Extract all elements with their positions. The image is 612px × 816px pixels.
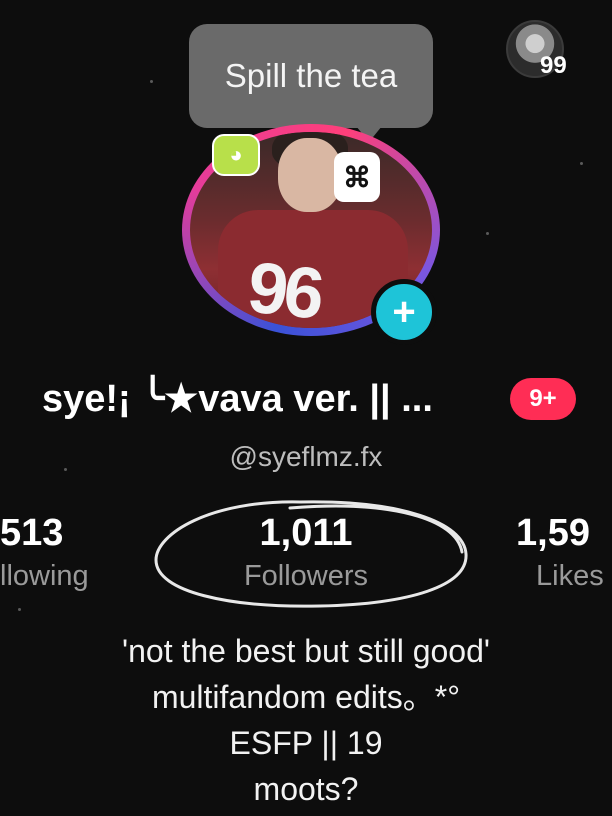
- bio-line: moots?: [253, 771, 359, 807]
- likes-label[interactable]: Likes: [536, 560, 604, 593]
- notification-badge[interactable]: 9+: [510, 378, 576, 420]
- capcut-logo-icon: ⌘: [334, 152, 380, 202]
- likes-count[interactable]: 1,59: [516, 512, 590, 555]
- jersey-graphic: 96: [244, 247, 325, 328]
- bio-line: multifandom edits。*°: [151, 679, 461, 715]
- profile-bio: 'not the best but still good' multifando…: [0, 628, 612, 812]
- tooltip-text: Spill the tea: [224, 57, 398, 94]
- bio-line: 'not the best but still good': [121, 633, 490, 669]
- decor-dot: [486, 232, 489, 235]
- decor-dot: [580, 162, 583, 165]
- followers-label[interactable]: Followers: [0, 560, 612, 593]
- add-story-button[interactable]: +: [371, 279, 437, 345]
- story-count: 99: [540, 52, 567, 79]
- username: @syeflmz.fx: [229, 441, 383, 472]
- spill-the-tea-tooltip[interactable]: Spill the tea: [189, 24, 433, 128]
- cat-sticker-icon: ◕: [212, 134, 260, 176]
- display-name: sye!¡ ╰★vava ver. || ...: [42, 378, 433, 420]
- decor-dot: [18, 608, 21, 611]
- bio-line: ESFP || 19: [229, 725, 383, 761]
- decor-dot: [150, 80, 153, 83]
- plus-icon: +: [392, 290, 416, 334]
